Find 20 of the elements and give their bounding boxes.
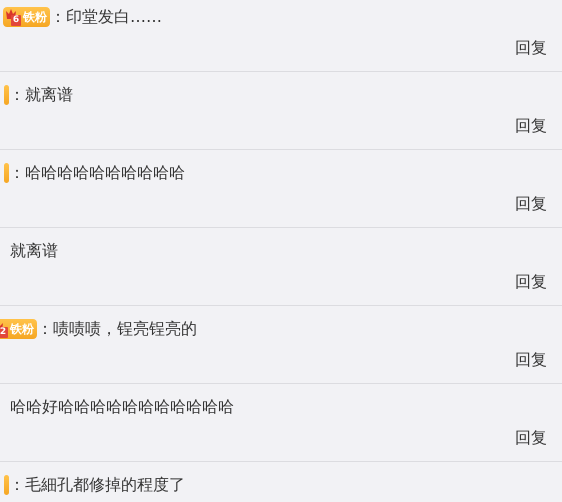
reply-link[interactable]: 回复 (515, 38, 547, 58)
reply-link[interactable]: 回复 (515, 194, 547, 214)
comment-text: 就离谱 (9, 240, 58, 262)
badge-label: 铁粉 (10, 320, 34, 338)
reply-link[interactable]: 回复 (515, 272, 547, 292)
reply-link[interactable]: 回复 (515, 428, 547, 448)
fan-badge (4, 163, 9, 183)
reply-link[interactable]: 回复 (515, 350, 547, 370)
comment-text: 哈哈好哈哈哈哈哈哈哈哈哈哈哈 (9, 396, 234, 418)
comment-text: ：印堂发白…… (50, 6, 162, 28)
comment-text: ：哈哈哈哈哈哈哈哈哈哈 (9, 162, 185, 184)
fan-badge (4, 85, 9, 105)
comment-text: ：毛細孔都修掉的程度了 (9, 474, 185, 496)
level-number: 6 (11, 15, 21, 26)
fan-badge (4, 475, 9, 495)
comment-text: ：啧啧啧，锃亮锃亮的 (37, 318, 197, 340)
comment-text: ：就离谱 (9, 84, 73, 106)
level-number: 2 (0, 327, 8, 338)
reply-link[interactable]: 回复 (515, 116, 547, 136)
badge-label: 铁粉 (23, 8, 47, 26)
